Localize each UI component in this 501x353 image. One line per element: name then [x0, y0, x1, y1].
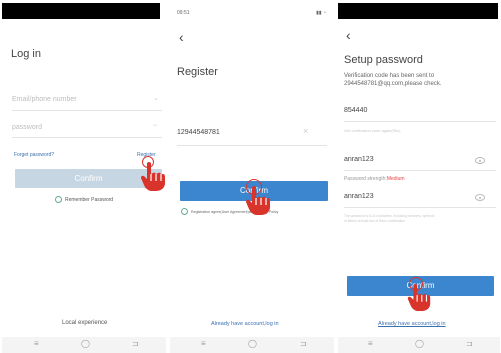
- password-rule-line-1: The password is 8-16 characters, includi…: [344, 214, 435, 218]
- back-icon[interactable]: ⊐: [466, 340, 473, 348]
- home-icon[interactable]: ◯: [81, 340, 90, 348]
- agreement-checkbox[interactable]: [181, 208, 188, 215]
- code-sent-line-1: Verification code has been sent to: [344, 73, 435, 79]
- password-strength-value: Medium: [386, 176, 405, 182]
- system-nav-bar: ≡ ◯ ⊐: [170, 337, 334, 353]
- forget-password-link[interactable]: Forget password?: [14, 152, 54, 158]
- remember-password-label: Remember Password: [65, 197, 114, 203]
- menu-icon[interactable]: ≡: [34, 340, 39, 348]
- password-input-underline: [12, 137, 162, 138]
- login-link[interactable]: Already have account,log in: [211, 321, 279, 327]
- back-icon[interactable]: ⊐: [300, 340, 307, 348]
- pointing-hand-icon: [141, 162, 165, 191]
- back-icon[interactable]: ⊐: [132, 340, 139, 348]
- status-time: 09:51: [177, 10, 190, 16]
- phone-input-underline: [12, 110, 162, 111]
- system-nav-bar: ≡ ◯ ⊐: [338, 337, 500, 353]
- home-icon[interactable]: ◯: [415, 340, 424, 348]
- pointing-hand-icon: [407, 283, 431, 311]
- password-input[interactable]: anran123: [344, 156, 374, 163]
- local-experience-link[interactable]: Local experience: [62, 320, 107, 326]
- system-nav-bar: ≡ ◯ ⊐: [2, 337, 166, 353]
- battery-icon: ▮▮ ◔: [316, 10, 326, 16]
- login-title: Log in: [11, 48, 41, 60]
- register-screen: 09:51 ▮▮ ◔ ‹ Register 12944548781 × Conf…: [170, 0, 334, 353]
- menu-icon[interactable]: ≡: [368, 340, 373, 348]
- remember-checkbox[interactable]: [55, 196, 62, 203]
- confirm-input-underline: [344, 207, 496, 208]
- menu-icon[interactable]: ≡: [201, 340, 206, 348]
- password-rule-line-2: or letters at least two of them combinat…: [344, 219, 406, 223]
- password-strength: Password strength:Medium: [344, 176, 405, 182]
- verification-code-input[interactable]: 854440: [344, 107, 367, 114]
- password-input-underline: [344, 170, 496, 171]
- login-link[interactable]: Already have account,log in: [378, 321, 446, 327]
- code-sent-line-2: 2944548781@qq.com,please check.: [344, 81, 442, 87]
- show-password-icon[interactable]: [475, 157, 485, 164]
- register-title: Register: [177, 66, 218, 78]
- confirm-password-input[interactable]: anran123: [344, 193, 374, 200]
- setup-password-title: Setup password: [344, 54, 423, 66]
- home-icon[interactable]: ◯: [248, 340, 257, 348]
- phone-input[interactable]: 12944548781: [177, 129, 220, 136]
- phone-input[interactable]: Email/phone number: [12, 96, 77, 103]
- setup-password-screen: ‹ Setup password Verification code has b…: [338, 0, 500, 353]
- chevron-down-icon[interactable]: ⌄: [153, 94, 159, 102]
- status-bar-redacted: [338, 3, 498, 19]
- password-strength-label: Password strength:: [344, 176, 387, 182]
- login-screen: Log in Email/phone number ⌄ password ⌣ F…: [2, 0, 166, 353]
- back-arrow-icon[interactable]: ‹: [179, 30, 184, 44]
- phone-input-underline: [177, 145, 327, 146]
- show-password-icon[interactable]: [475, 194, 485, 201]
- hide-password-icon[interactable]: ⌣: [153, 122, 158, 130]
- status-bar-redacted: [2, 3, 160, 19]
- resend-code-hint[interactable]: Get verification code again(55s): [344, 128, 400, 133]
- clear-icon[interactable]: ×: [303, 126, 308, 136]
- status-bar: 09:51 ▮▮ ◔: [170, 8, 334, 20]
- pointing-hand-icon: [246, 186, 270, 215]
- password-input[interactable]: password: [12, 124, 42, 131]
- code-input-underline: [344, 121, 496, 122]
- back-arrow-icon[interactable]: ‹: [346, 28, 351, 42]
